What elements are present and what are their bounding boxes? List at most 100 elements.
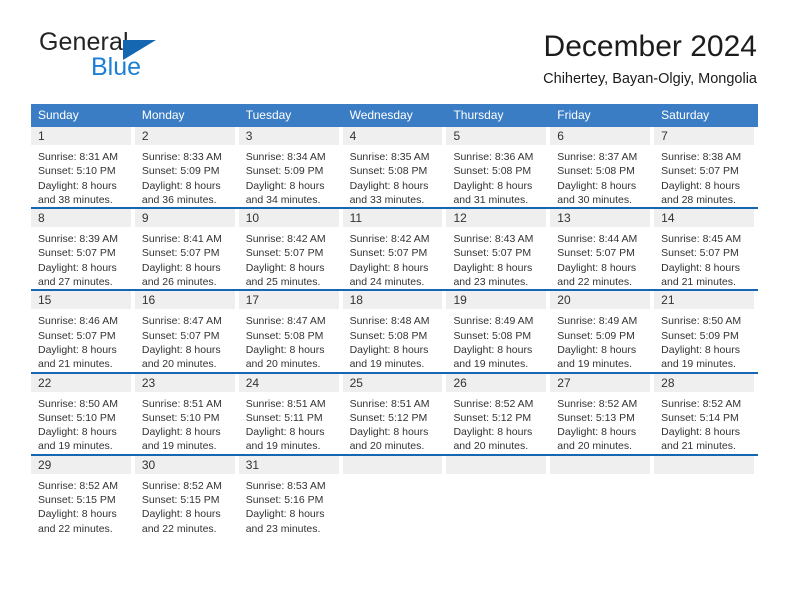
- daylight-text-line2: and 23 minutes.: [245, 522, 321, 535]
- page-subtitle: Chihertey, Bayan-Olgiy, Mongolia: [543, 71, 757, 87]
- sunrise-text: Sunrise: 8:38 AM: [661, 151, 742, 163]
- day-cell[interactable]: 6 Sunrise: 8:37 AM Sunset: 5:08 PM Dayli…: [550, 127, 654, 207]
- daylight-text-line1: Daylight: 8 hours: [557, 426, 637, 439]
- daylight-text-line1: Daylight: 8 hours: [38, 343, 117, 356]
- day-cell[interactable]: 18 Sunrise: 8:48 AM Sunset: 5:08 PM Dayl…: [342, 291, 447, 371]
- sunset-text: Sunset: 5:16 PM: [245, 494, 324, 507]
- sunrise-text: Sunrise: 8:42 AM: [245, 233, 326, 246]
- day-number: 19: [446, 291, 547, 310]
- logo-text-general: General: [39, 28, 129, 56]
- sunrise-text: Sunrise: 8:33 AM: [141, 151, 222, 163]
- sunset-text: Sunset: 5:07 PM: [38, 329, 116, 342]
- day-cell[interactable]: 9 Sunrise: 8:41 AM Sunset: 5:07 PM Dayli…: [134, 209, 239, 289]
- day-cell[interactable]: 11 Sunrise: 8:42 AM Sunset: 5:07 PM Dayl…: [342, 209, 447, 289]
- sunset-text: Sunset: 5:13 PM: [557, 411, 635, 424]
- day-number: 1: [31, 127, 131, 145]
- week-row: 8 Sunrise: 8:39 AM Sunset: 5:07 PM Dayli…: [31, 207, 758, 289]
- sunrise-text: Sunrise: 8:35 AM: [349, 151, 430, 163]
- day-cell[interactable]: 8 Sunrise: 8:39 AM Sunset: 5:07 PM Dayli…: [31, 209, 135, 289]
- sunset-text: Sunset: 5:15 PM: [141, 494, 220, 507]
- day-details: Sunrise: 8:49 AM Sunset: 5:09 PM Dayligh…: [550, 309, 650, 371]
- day-cell[interactable]: 31 Sunrise: 8:53 AM Sunset: 5:16 PM Dayl…: [238, 455, 343, 536]
- day-cell[interactable]: 28 Sunrise: 8:52 AM Sunset: 5:14 PM Dayl…: [654, 373, 758, 454]
- sunrise-text: Sunrise: 8:42 AM: [349, 233, 430, 246]
- day-cell[interactable]: 2 Sunrise: 8:33 AM Sunset: 5:09 PM Dayli…: [134, 127, 239, 207]
- day-number: 3: [238, 127, 339, 145]
- day-cell[interactable]: 20 Sunrise: 8:49 AM Sunset: 5:09 PM Dayl…: [550, 291, 654, 371]
- daylight-text-line1: Daylight: 8 hours: [349, 261, 429, 274]
- week-row: 29 Sunrise: 8:52 AM Sunset: 5:15 PM Dayl…: [31, 453, 758, 536]
- day-cell[interactable]: 19 Sunrise: 8:49 AM Sunset: 5:08 PM Dayl…: [446, 291, 550, 371]
- day-number: 5: [446, 127, 547, 145]
- day-number: [550, 455, 651, 474]
- sunrise-text: Sunrise: 8:52 AM: [557, 397, 638, 410]
- calendar-page: General Blue December 2024 Chihertey, Ba…: [0, 0, 792, 612]
- weekday-header-monday: Monday: [141, 108, 185, 122]
- sunrise-text: Sunrise: 8:44 AM: [557, 233, 638, 246]
- day-cell[interactable]: 16 Sunrise: 8:47 AM Sunset: 5:07 PM Dayl…: [134, 291, 239, 371]
- daylight-text-line1: Daylight: 8 hours: [349, 426, 429, 439]
- day-details: Sunrise: 8:49 AM Sunset: 5:08 PM Dayligh…: [446, 309, 546, 371]
- sunset-text: Sunset: 5:09 PM: [141, 165, 220, 178]
- sunrise-text: Sunrise: 8:50 AM: [661, 315, 742, 328]
- day-cell[interactable]: 1 Sunrise: 8:31 AM Sunset: 5:10 PM Dayli…: [31, 127, 135, 207]
- daylight-text-line1: Daylight: 8 hours: [557, 261, 637, 274]
- daylight-text-line2: and 22 minutes.: [557, 276, 633, 289]
- sunset-text: Sunset: 5:07 PM: [141, 329, 220, 342]
- generalblue-logo[interactable]: General Blue: [31, 28, 231, 88]
- day-cell[interactable]: 30 Sunrise: 8:52 AM Sunset: 5:15 PM Dayl…: [134, 455, 239, 536]
- sunrise-text: Sunrise: 8:31 AM: [38, 151, 118, 163]
- day-details: Sunrise: 8:34 AM Sunset: 5:09 PM Dayligh…: [239, 145, 339, 207]
- day-cell[interactable]: 24 Sunrise: 8:51 AM Sunset: 5:11 PM Dayl…: [238, 373, 343, 454]
- day-cell[interactable]: 4 Sunrise: 8:35 AM Sunset: 5:08 PM Dayli…: [342, 127, 447, 207]
- day-cell[interactable]: 13 Sunrise: 8:44 AM Sunset: 5:07 PM Dayl…: [550, 209, 654, 289]
- day-details: Sunrise: 8:42 AM Sunset: 5:07 PM Dayligh…: [239, 227, 339, 289]
- day-cell[interactable]: 25 Sunrise: 8:51 AM Sunset: 5:12 PM Dayl…: [342, 373, 447, 454]
- daylight-text-line2: and 20 minutes.: [557, 440, 633, 453]
- day-cell[interactable]: 22 Sunrise: 8:50 AM Sunset: 5:10 PM Dayl…: [31, 373, 135, 454]
- day-cell[interactable]: 7 Sunrise: 8:38 AM Sunset: 5:07 PM Dayli…: [654, 127, 758, 207]
- sunset-text: Sunset: 5:12 PM: [349, 411, 428, 424]
- daylight-text-line1: Daylight: 8 hours: [245, 261, 325, 274]
- day-cell[interactable]: 26 Sunrise: 8:52 AM Sunset: 5:12 PM Dayl…: [446, 373, 550, 454]
- day-cell[interactable]: 10 Sunrise: 8:42 AM Sunset: 5:07 PM Dayl…: [238, 209, 343, 289]
- daylight-text-line2: and 38 minutes.: [38, 193, 113, 206]
- day-cell[interactable]: 21 Sunrise: 8:50 AM Sunset: 5:09 PM Dayl…: [654, 291, 758, 371]
- day-details: Sunrise: 8:51 AM Sunset: 5:12 PM Dayligh…: [343, 392, 443, 454]
- day-cell-empty: [342, 455, 447, 536]
- day-number: [446, 455, 547, 474]
- sunrise-text: Sunrise: 8:52 AM: [38, 479, 118, 492]
- sunset-text: Sunset: 5:10 PM: [141, 411, 220, 424]
- sunset-text: Sunset: 5:10 PM: [38, 165, 116, 178]
- daylight-text-line1: Daylight: 8 hours: [557, 179, 637, 192]
- day-cell[interactable]: 27 Sunrise: 8:52 AM Sunset: 5:13 PM Dayl…: [550, 373, 654, 454]
- daylight-text-line2: and 21 minutes.: [38, 358, 113, 371]
- day-cell[interactable]: 17 Sunrise: 8:47 AM Sunset: 5:08 PM Dayl…: [238, 291, 343, 371]
- calendar-grid: Sunday Monday Tuesday Wednesday Thursday…: [31, 104, 758, 536]
- daylight-text-line1: Daylight: 8 hours: [453, 343, 533, 356]
- daylight-text-line1: Daylight: 8 hours: [245, 343, 325, 356]
- daylight-text-line1: Daylight: 8 hours: [141, 508, 221, 521]
- daylight-text-line1: Daylight: 8 hours: [38, 179, 117, 192]
- day-details: Sunrise: 8:52 AM Sunset: 5:15 PM Dayligh…: [31, 474, 131, 536]
- weekday-header-sunday: Sunday: [38, 108, 79, 122]
- daylight-text-line1: Daylight: 8 hours: [245, 508, 325, 521]
- day-cell[interactable]: 29 Sunrise: 8:52 AM Sunset: 5:15 PM Dayl…: [31, 455, 135, 536]
- day-cell[interactable]: 3 Sunrise: 8:34 AM Sunset: 5:09 PM Dayli…: [238, 127, 343, 207]
- day-cell[interactable]: 23 Sunrise: 8:51 AM Sunset: 5:10 PM Dayl…: [134, 373, 239, 454]
- day-details: Sunrise: 8:51 AM Sunset: 5:11 PM Dayligh…: [239, 392, 339, 454]
- day-cell[interactable]: 12 Sunrise: 8:43 AM Sunset: 5:07 PM Dayl…: [446, 209, 550, 289]
- daylight-text-line1: Daylight: 8 hours: [141, 343, 221, 356]
- daylight-text-line2: and 27 minutes.: [38, 276, 113, 289]
- sunrise-text: Sunrise: 8:47 AM: [245, 315, 326, 328]
- sunrise-text: Sunrise: 8:34 AM: [245, 151, 326, 163]
- sunset-text: Sunset: 5:08 PM: [245, 329, 324, 342]
- day-cell[interactable]: 5 Sunrise: 8:36 AM Sunset: 5:08 PM Dayli…: [446, 127, 550, 207]
- sunrise-text: Sunrise: 8:53 AM: [245, 479, 326, 492]
- day-number: 2: [134, 127, 235, 145]
- day-cell[interactable]: 14 Sunrise: 8:45 AM Sunset: 5:07 PM Dayl…: [654, 209, 758, 289]
- weekday-header-tuesday: Tuesday: [245, 108, 292, 122]
- day-cell[interactable]: 15 Sunrise: 8:46 AM Sunset: 5:07 PM Dayl…: [31, 291, 135, 371]
- day-number: 18: [342, 291, 443, 310]
- sunset-text: Sunset: 5:07 PM: [141, 247, 220, 260]
